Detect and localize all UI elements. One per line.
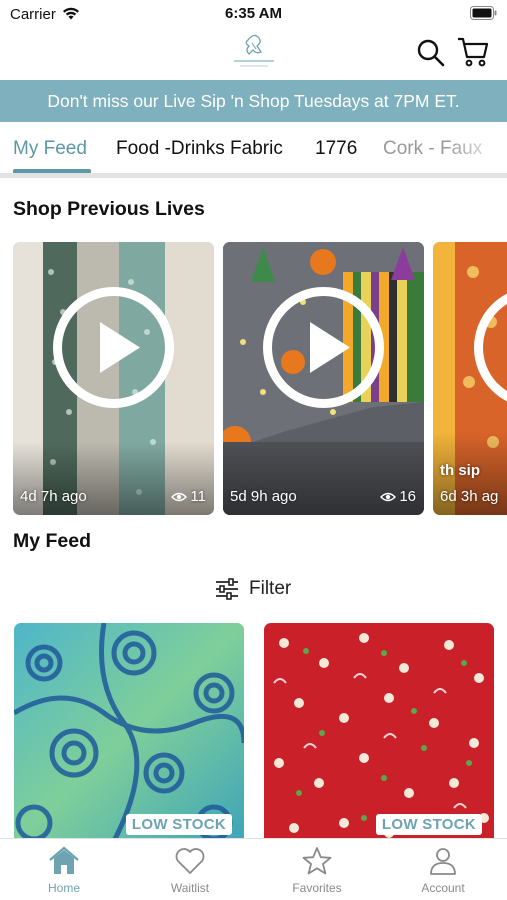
nav-home-label: Home — [47, 881, 80, 895]
promo-banner[interactable]: Don't miss our Live Sip 'n Shop Tuesdays… — [0, 80, 507, 122]
nav-favorites-label: Favorites — [292, 881, 342, 895]
play-icon[interactable] — [262, 286, 385, 409]
live-card[interactable]: 4d 7h ago 11 — [13, 242, 214, 515]
eye-icon — [380, 492, 397, 501]
live-time-ago: 6d 3h ag — [440, 488, 499, 505]
cart-icon[interactable] — [456, 36, 490, 68]
play-icon[interactable] — [52, 286, 175, 409]
product-image — [14, 623, 244, 841]
brand-logo[interactable] — [226, 30, 282, 74]
tabs-fade — [447, 122, 507, 172]
tab-my-feed[interactable]: My Feed — [13, 138, 87, 160]
tab-food-drinks-fabric[interactable]: Food -Drinks Fabric — [116, 138, 283, 160]
account-icon — [430, 848, 456, 875]
active-tab-indicator — [13, 169, 91, 173]
live-view-count: 11 — [190, 488, 206, 505]
live-time-ago: 4d 7h ago — [20, 488, 87, 505]
live-card[interactable]: 5d 9h ago 16 — [223, 242, 424, 515]
status-bar: Carrier 6:35 AM — [0, 0, 507, 30]
tab-1776[interactable]: 1776 — [315, 138, 357, 160]
product-card[interactable]: LOW STOCK — [14, 623, 244, 841]
app-header — [0, 30, 507, 78]
nav-waitlist[interactable]: Waitlist — [140, 845, 240, 895]
nav-account-label: Account — [421, 881, 465, 895]
nav-favorites[interactable]: Favorites — [267, 845, 367, 895]
battery-icon — [470, 6, 497, 20]
nav-account[interactable]: Account — [393, 845, 493, 895]
search-icon[interactable] — [416, 38, 446, 68]
filter-sliders-icon — [216, 578, 238, 600]
live-time-ago: 5d 9h ago — [230, 488, 297, 505]
live-title: th sip — [440, 462, 480, 479]
filter-label: Filter — [249, 578, 292, 599]
section-title-feed: My Feed — [13, 530, 92, 552]
nav-waitlist-label: Waitlist — [170, 881, 210, 895]
filter-button[interactable]: Filter — [215, 574, 291, 604]
live-view-count: 16 — [399, 488, 416, 505]
clock: 6:35 AM — [225, 5, 282, 22]
live-views: 16 — [380, 488, 416, 505]
category-tabs: My Feed Food -Drinks Fabric 1776 Cork - … — [0, 122, 507, 178]
bottom-nav: Home Waitlist Favorites Account — [0, 838, 507, 900]
product-card[interactable]: LOW STOCK — [264, 623, 494, 841]
product-image — [264, 623, 494, 841]
section-title-lives: Shop Previous Lives — [13, 198, 205, 220]
eye-icon — [171, 492, 188, 501]
low-stock-badge: LOW STOCK — [375, 814, 482, 835]
live-views: 11 — [171, 488, 206, 505]
live-card[interactable]: th sip 6d 3h ag — [433, 242, 507, 515]
play-icon[interactable] — [473, 286, 507, 409]
nav-home[interactable]: Home — [14, 845, 114, 895]
star-icon — [302, 847, 332, 875]
promo-banner-text: Don't miss our Live Sip 'n Shop Tuesdays… — [47, 90, 460, 111]
low-stock-badge: LOW STOCK — [125, 814, 232, 835]
heart-icon — [175, 848, 205, 874]
home-icon — [49, 846, 79, 874]
